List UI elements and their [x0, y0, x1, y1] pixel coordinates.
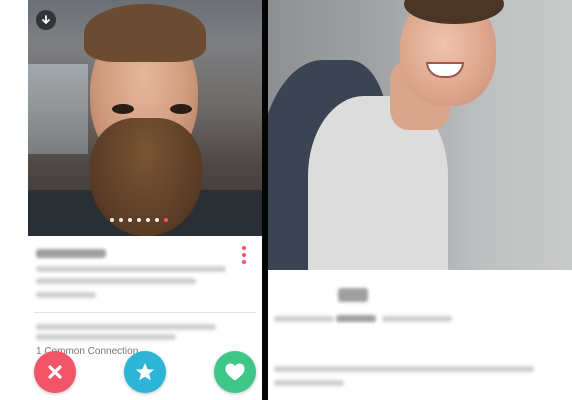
blurred-job-line	[36, 266, 226, 272]
star-icon	[135, 363, 155, 381]
blurred-age	[338, 288, 368, 302]
blurred-bio-line	[36, 334, 176, 340]
photo-dot[interactable]	[128, 218, 132, 222]
download-button[interactable]	[36, 10, 56, 30]
profile-photo[interactable]	[268, 0, 572, 270]
blurred-bio-line	[274, 366, 534, 372]
photo-dot[interactable]	[155, 218, 159, 222]
photo-eye-left	[112, 104, 134, 114]
left-profile-card: 1 Common Connection	[28, 0, 262, 400]
photo-dot[interactable]	[110, 218, 114, 222]
nope-button[interactable]	[34, 351, 76, 393]
right-profile-card	[268, 0, 572, 400]
more-options-button[interactable]	[242, 246, 246, 264]
blurred-bio-line	[36, 324, 216, 330]
more-vertical-icon-dot	[242, 260, 246, 264]
photo-pagination-dots	[110, 218, 168, 222]
photo-eye-right	[170, 104, 192, 114]
download-icon	[42, 14, 50, 24]
blurred-school-line	[36, 278, 196, 284]
photo-dot[interactable]	[146, 218, 150, 222]
super-like-button[interactable]	[124, 351, 166, 393]
more-vertical-icon-dot	[242, 253, 246, 257]
like-button[interactable]	[214, 351, 256, 393]
blurred-name-age	[36, 249, 106, 258]
photo-hair	[84, 4, 206, 62]
x-icon	[48, 365, 62, 379]
photo-dot[interactable]	[137, 218, 141, 222]
blurred-school-line	[336, 315, 376, 322]
profile-info	[268, 270, 572, 400]
blurred-job-line	[274, 316, 334, 322]
screenshot-canvas: 1 Common Connection	[0, 0, 572, 400]
info-divider	[34, 312, 256, 313]
blurred-distance-line	[382, 316, 452, 322]
photo-dot[interactable]	[119, 218, 123, 222]
heart-icon	[225, 363, 245, 381]
photo-dot-active[interactable]	[164, 218, 168, 222]
more-vertical-icon	[242, 246, 246, 250]
photo-background-window	[28, 64, 88, 154]
profile-photo[interactable]	[28, 0, 262, 236]
blurred-bio-line	[274, 380, 344, 386]
blurred-distance-line	[36, 292, 96, 298]
